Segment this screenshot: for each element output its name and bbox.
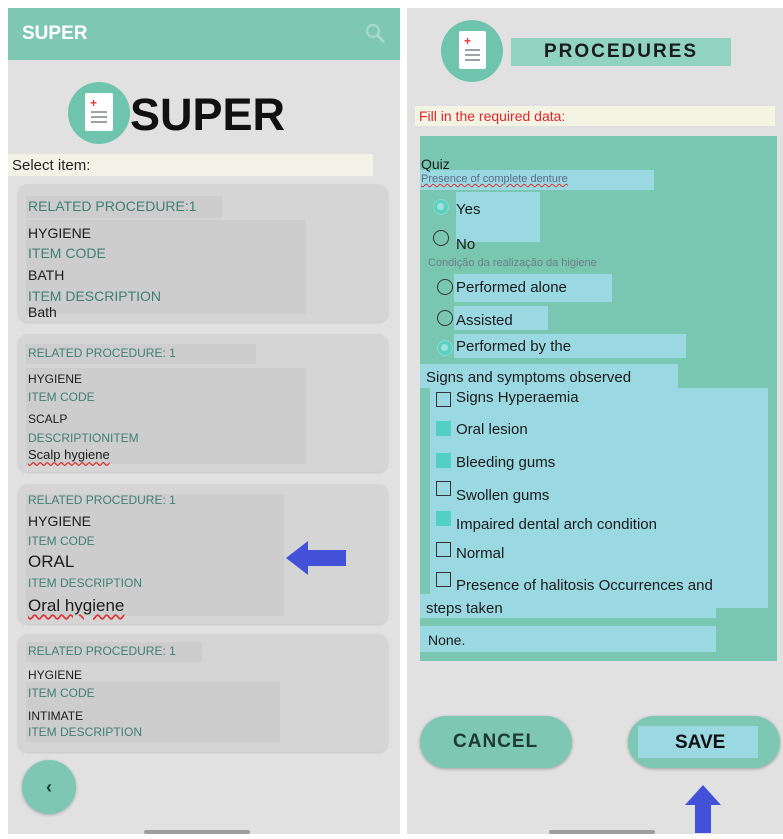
- checkbox-label: Swollen gums: [456, 487, 550, 504]
- item-card-intimate[interactable]: RELATED PROCEDURE: 1 HYGIENE ITEM CODE I…: [18, 634, 388, 752]
- question-hygiene-condition: Condição da realização da higiene: [428, 257, 597, 269]
- radio-label: Performed by the: [456, 338, 572, 355]
- item-code: SCALP: [28, 412, 68, 426]
- back-button[interactable]: ‹: [22, 760, 76, 814]
- radio-selected-icon: [437, 340, 453, 356]
- item-code-label: ITEM CODE: [28, 686, 95, 700]
- checkbox-label: Normal: [456, 545, 505, 562]
- brand-logo: + SUPER: [68, 82, 328, 146]
- select-item-label: Select item:: [8, 154, 373, 176]
- checkbox-unchecked-icon: [436, 481, 451, 496]
- item-code: INTIMATE: [28, 709, 84, 723]
- related-procedure: RELATED PROCEDURE: 1: [28, 493, 176, 507]
- item-category: HYGIENE: [28, 372, 83, 386]
- app-bar: SUPER: [8, 8, 400, 60]
- brand-name: SUPER: [130, 89, 286, 140]
- item-card-oral[interactable]: RELATED PROCEDURE: 1 HYGIENE ITEM CODE O…: [18, 484, 388, 624]
- item-description: Scalp hygiene: [28, 447, 110, 462]
- item-category: HYGIENE: [28, 513, 92, 529]
- checkbox-checked-icon: [436, 421, 451, 436]
- item-code-label: ITEM CODE: [28, 534, 95, 548]
- save-label: SAVE: [675, 732, 726, 753]
- item-description-label: ITEM DESCRIPTION: [28, 576, 143, 590]
- item-description: Bath: [28, 304, 57, 320]
- checkbox-checked-icon: [436, 511, 451, 526]
- checkbox-unchecked-icon: [436, 572, 451, 587]
- signs-symptoms-label: Signs and symptoms observed: [426, 369, 632, 386]
- procedures-screen: + PROCEDURES Fill in the required data: …: [407, 8, 783, 834]
- item-card-bath[interactable]: RELATED PROCEDURE:1 HYGIENE ITEM CODE BA…: [18, 184, 388, 322]
- checkbox-label: Impaired dental arch condition: [456, 516, 657, 533]
- home-indicator: [549, 830, 655, 834]
- item-code: BATH: [28, 267, 65, 283]
- occurrences-label: steps taken: [426, 600, 503, 617]
- cancel-label: CANCEL: [453, 731, 539, 752]
- home-indicator: [144, 830, 250, 834]
- page-title: PROCEDURES: [511, 38, 731, 66]
- radio-label: No: [456, 236, 476, 253]
- occurrences-value: None.: [428, 632, 466, 648]
- question-complete-denture: Presence of complete denture: [421, 173, 568, 185]
- checkbox-unchecked-icon: [436, 542, 451, 557]
- item-category: HYGIENE: [28, 668, 83, 682]
- quiz-label: Quiz: [421, 156, 450, 172]
- left-arrow-icon: [286, 541, 346, 575]
- cancel-button[interactable]: CANCEL: [420, 716, 572, 768]
- checkbox-unchecked-icon: [436, 392, 451, 407]
- item-code: ORAL: [28, 552, 75, 571]
- checkbox-checked-icon: [436, 453, 451, 468]
- radio-label: Performed alone: [456, 279, 567, 296]
- item-code-label: ITEM CODE: [28, 245, 106, 261]
- item-card-scalp[interactable]: RELATED PROCEDURE: 1 HYGIENE ITEM CODE S…: [18, 334, 388, 472]
- related-procedure: RELATED PROCEDURE: 1: [28, 346, 176, 360]
- item-description-label: ITEM DESCRIPTION: [28, 725, 143, 739]
- occurrences-input[interactable]: None.: [420, 626, 716, 652]
- item-description: Oral hygiene: [28, 596, 125, 615]
- related-procedure: RELATED PROCEDURE: 1: [28, 644, 176, 658]
- search-icon[interactable]: [364, 22, 386, 44]
- checkbox-label: Presence of halitosis Occurrences and: [456, 577, 713, 594]
- radio-unselected-icon: [437, 310, 453, 326]
- related-procedure: RELATED PROCEDURE:1: [28, 198, 197, 214]
- app-title: SUPER: [22, 23, 88, 44]
- item-description-label: DESCRIPTIONITEM: [28, 431, 139, 445]
- radio-unselected-icon: [433, 230, 449, 246]
- document-icon: +: [441, 20, 503, 82]
- item-list-screen: SUPER + SUPER Select item: RELATED PROCE…: [8, 8, 400, 834]
- checkbox-label: Signs Hyperaemia: [456, 389, 579, 406]
- required-data-label: Fill in the required data:: [415, 106, 775, 126]
- up-arrow-icon: [685, 785, 721, 833]
- item-category: HYGIENE: [28, 225, 92, 241]
- procedure-form: Quiz Presence of complete denture Yes No…: [420, 136, 777, 661]
- chevron-left-icon: ‹: [46, 776, 52, 797]
- radio-selected-icon: [433, 199, 449, 215]
- radio-unselected-icon: [437, 279, 453, 295]
- radio-label: Yes: [456, 201, 481, 218]
- radio-label: Assisted: [456, 312, 513, 329]
- document-icon: +: [68, 82, 130, 144]
- checkbox-label: Bleeding gums: [456, 454, 556, 471]
- item-description-label: ITEM DESCRIPTION: [28, 288, 162, 304]
- checkbox-label: Oral lesion: [456, 421, 528, 438]
- save-button[interactable]: SAVE: [628, 716, 780, 768]
- item-code-label: ITEM CODE: [28, 390, 95, 404]
